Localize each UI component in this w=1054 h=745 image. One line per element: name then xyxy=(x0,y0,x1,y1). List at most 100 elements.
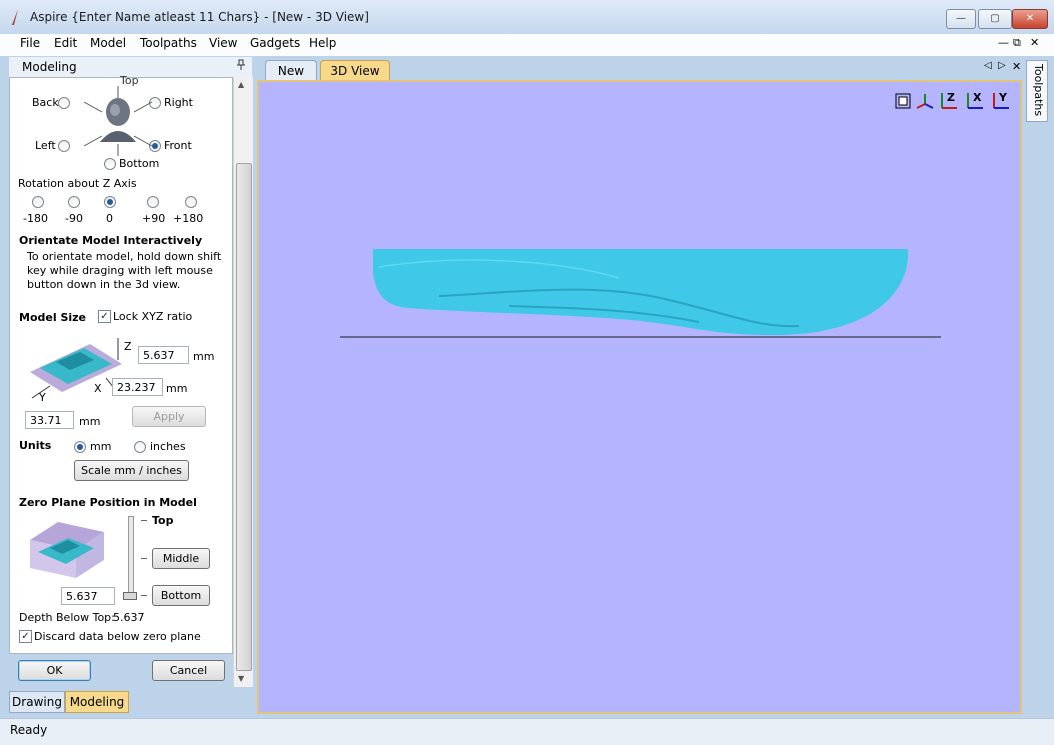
z-unit-label: mm xyxy=(193,350,215,363)
units-heading: Units xyxy=(19,439,52,452)
tab-close-icon[interactable]: ✕ xyxy=(1012,60,1021,73)
window-title: Aspire {Enter Name atleast 11 Chars} - [… xyxy=(30,10,369,24)
view-bottom-radio[interactable] xyxy=(104,158,116,170)
status-bar: Ready xyxy=(0,718,1054,745)
scroll-thumb[interactable] xyxy=(236,163,252,671)
orientate-text-2: key while draging with left mouse xyxy=(27,264,213,277)
menu-gadgets[interactable]: Gadgets xyxy=(250,36,300,50)
rotation-minus180-label: -180 xyxy=(23,212,48,225)
tab-next-icon[interactable]: ▷ xyxy=(998,60,1006,71)
side-view-icon[interactable]: Y xyxy=(991,91,1011,111)
zero-plane-top-label: Top xyxy=(152,514,174,527)
y-size-input[interactable]: 33.71 xyxy=(25,411,74,429)
units-inches-label: inches xyxy=(150,440,186,453)
model-size-heading: Model Size xyxy=(19,311,86,324)
menu-edit[interactable]: Edit xyxy=(54,36,77,50)
depth-below-top-value: 5.637 xyxy=(113,611,145,624)
rotation-label: Rotation about Z Axis xyxy=(18,177,137,190)
zero-plane-bottom-button[interactable]: Bottom xyxy=(152,585,210,606)
rotation-0-label: 0 xyxy=(106,212,113,225)
rotation-minus180-radio[interactable] xyxy=(32,196,44,208)
status-text: Ready xyxy=(10,723,48,737)
3d-viewport[interactable]: Z X Y xyxy=(257,80,1022,714)
rotation-minus90-label: -90 xyxy=(65,212,83,225)
discard-data-label: Discard data below zero plane xyxy=(34,630,201,643)
zoom-extents-icon[interactable] xyxy=(895,93,911,109)
rotation-plus180-label: +180 xyxy=(173,212,204,225)
ok-button[interactable]: OK xyxy=(18,660,91,681)
minimize-button[interactable]: — xyxy=(946,9,976,29)
iso-view-icon[interactable] xyxy=(915,92,935,110)
close-button[interactable]: ✕ xyxy=(1012,9,1048,29)
doc-tab-3d-view[interactable]: 3D View xyxy=(320,60,390,81)
zero-plane-heading: Zero Plane Position in Model xyxy=(19,496,197,509)
slider-tick-middle xyxy=(141,558,147,559)
modeling-panel-title: Modeling xyxy=(22,60,77,74)
model-render xyxy=(340,249,941,338)
zero-plane-car-icon xyxy=(28,518,106,582)
doc-tab-new[interactable]: New xyxy=(265,60,317,81)
zero-plane-slider-handle[interactable] xyxy=(123,592,137,600)
x-axis-label: X xyxy=(94,382,102,395)
menu-view[interactable]: View xyxy=(209,36,237,50)
orientate-text-3: button down in the 3d view. xyxy=(27,278,181,291)
rotation-0-radio[interactable] xyxy=(104,196,116,208)
menu-model[interactable]: Model xyxy=(90,36,126,50)
scroll-up-icon[interactable]: ▲ xyxy=(238,80,244,89)
view-left-label: Left xyxy=(35,139,56,152)
rotation-minus90-radio[interactable] xyxy=(68,196,80,208)
modeling-panel: Top Back Right Left Front Bottom Rotatio… xyxy=(9,74,233,654)
rotation-plus180-radio[interactable] xyxy=(185,196,197,208)
zero-plane-depth-input[interactable]: 5.637 xyxy=(61,587,115,605)
top-view-icon[interactable]: Z xyxy=(939,91,959,111)
z-axis-label: Z xyxy=(124,340,132,353)
rotation-plus90-label: +90 xyxy=(142,212,166,225)
orientate-heading: Orientate Model Interactively xyxy=(19,234,203,247)
mdi-restore-button[interactable]: ⧉ xyxy=(1013,36,1021,50)
tab-prev-icon[interactable]: ◁ xyxy=(984,60,992,71)
panel-scrollbar[interactable]: ▲ ▼ xyxy=(233,77,253,687)
tab-modeling[interactable]: Modeling xyxy=(65,691,129,713)
view-left-radio[interactable] xyxy=(58,140,70,152)
depth-below-top-label: Depth Below Top: xyxy=(19,611,115,624)
mdi-close-button[interactable]: ✕ xyxy=(1030,36,1039,49)
x-size-input[interactable]: 23.237 xyxy=(112,378,163,396)
app-logo-icon xyxy=(10,9,20,25)
lock-xyz-checkbox[interactable]: ✓ xyxy=(98,310,111,323)
cancel-button[interactable]: Cancel xyxy=(152,660,225,681)
menu-file[interactable]: File xyxy=(20,36,40,50)
z-size-input[interactable]: 5.637 xyxy=(138,346,189,364)
y-axis-label: Y xyxy=(39,391,46,404)
apply-button[interactable]: Apply xyxy=(132,406,206,427)
side-view-letter: Y xyxy=(999,91,1007,104)
view-front-label: Front xyxy=(164,139,192,152)
units-mm-label: mm xyxy=(90,440,112,453)
units-inches-radio[interactable] xyxy=(134,441,146,453)
zero-plane-slider-track[interactable] xyxy=(128,516,134,596)
rotation-plus90-radio[interactable] xyxy=(147,196,159,208)
top-view-letter: Z xyxy=(947,91,955,104)
view-right-label: Right xyxy=(164,96,193,109)
front-view-icon[interactable]: X xyxy=(965,91,985,111)
slider-tick-top xyxy=(141,520,147,521)
view-back-radio[interactable] xyxy=(58,97,70,109)
model-shape xyxy=(373,249,908,336)
toolpaths-side-tab[interactable]: Toolpaths xyxy=(1026,60,1048,122)
discard-data-checkbox[interactable]: ✓ xyxy=(19,630,32,643)
view-bottom-label: Bottom xyxy=(119,157,160,170)
front-view-letter: X xyxy=(973,91,982,104)
title-bar: Aspire {Enter Name atleast 11 Chars} - [… xyxy=(0,0,1054,35)
tab-drawing[interactable]: Drawing xyxy=(9,691,65,713)
maximize-button[interactable]: ▢ xyxy=(978,9,1012,29)
toolpaths-side-tab-label: Toolpaths xyxy=(1032,64,1045,117)
menu-help[interactable]: Help xyxy=(309,36,336,50)
scroll-down-icon[interactable]: ▼ xyxy=(238,674,244,683)
pin-icon[interactable] xyxy=(236,59,246,71)
view-back-label: Back xyxy=(32,96,59,109)
menu-toolpaths[interactable]: Toolpaths xyxy=(140,36,197,50)
scale-units-button[interactable]: Scale mm / inches xyxy=(74,460,189,481)
zero-plane-middle-button[interactable]: Middle xyxy=(152,548,210,569)
mdi-minimize-button[interactable]: — xyxy=(998,36,1009,49)
lock-xyz-label: Lock XYZ ratio xyxy=(113,310,193,323)
units-mm-radio[interactable] xyxy=(74,441,86,453)
